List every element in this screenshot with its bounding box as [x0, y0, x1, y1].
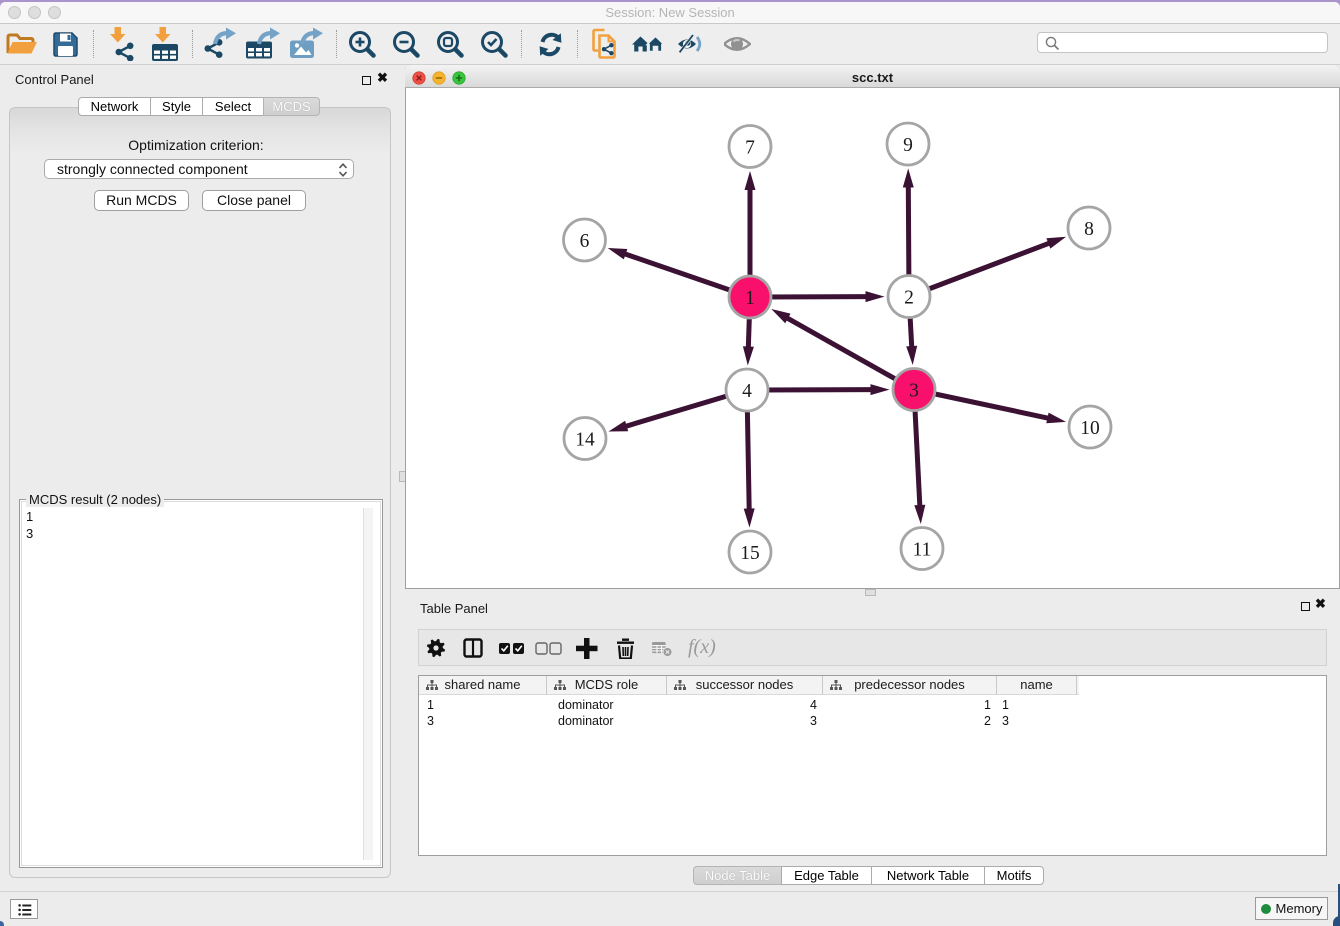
svg-text:3: 3 — [909, 381, 919, 402]
svg-text:7: 7 — [745, 138, 755, 159]
svg-text:14: 14 — [575, 430, 595, 451]
svg-text:6: 6 — [580, 231, 590, 252]
svg-text:11: 11 — [913, 540, 932, 561]
svg-text:2: 2 — [904, 288, 914, 309]
svg-text:9: 9 — [903, 135, 913, 156]
svg-text:8: 8 — [1084, 219, 1094, 240]
svg-text:10: 10 — [1080, 418, 1100, 439]
svg-text:15: 15 — [740, 543, 760, 564]
svg-text:1: 1 — [745, 288, 755, 309]
svg-text:4: 4 — [742, 381, 752, 402]
